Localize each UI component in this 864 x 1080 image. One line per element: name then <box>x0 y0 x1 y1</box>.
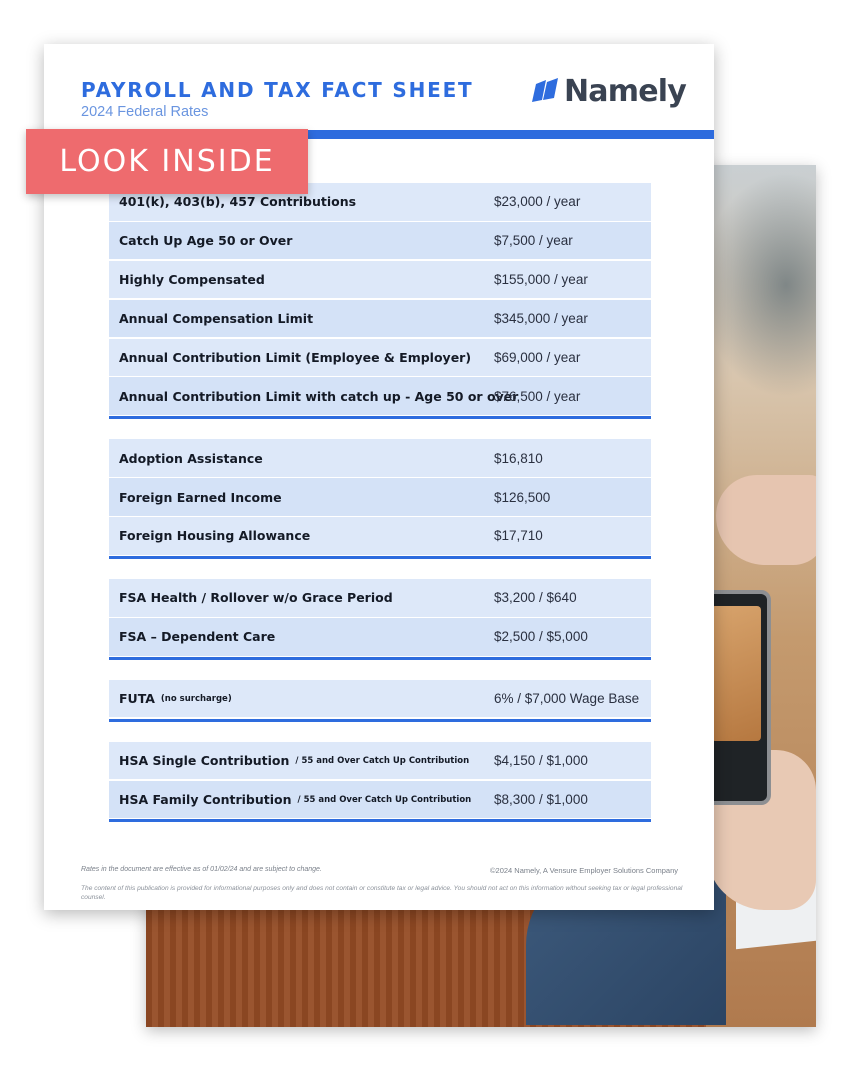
table-row: Highly Compensated $155,000 / year <box>109 260 651 300</box>
look-inside-badge[interactable]: LOOK INSIDE <box>26 129 308 194</box>
row-label-text: HSA Single Contribution <box>119 752 290 768</box>
table-row: Foreign Housing Allowance $17,710 <box>109 517 651 556</box>
row-value: $126,500 <box>494 489 551 505</box>
row-label-text: FSA – Dependent Care <box>119 629 276 645</box>
table-row: HSA Family Contribution / 55 and Over Cat… <box>109 780 651 820</box>
row-note: (no surcharge) <box>160 694 232 705</box>
row-note: / 55 and Over Catch Up Contribution <box>297 794 472 805</box>
row-label-text: Annual Contribution Limit with catch up … <box>119 388 519 404</box>
row-label: Foreign Housing Allowance <box>119 528 310 543</box>
row-label: FSA – Dependent Care <box>119 629 275 644</box>
table-row: FSA – Dependent Care $2,500 / $5,000 <box>109 617 651 657</box>
row-value: $17,710 <box>494 528 543 544</box>
row-label-text: Adoption Assistance <box>119 450 263 466</box>
namely-logo: Namely <box>532 71 687 111</box>
table-row: Annual Contribution Limit with catch up … <box>109 377 651 417</box>
row-value: $76,500 / year <box>494 388 581 404</box>
row-value: $155,000 / year <box>494 272 588 288</box>
row-label: HSA Family Contribution / 55 and Over Cat… <box>119 792 471 807</box>
photo-hand <box>716 475 816 565</box>
table-row: FUTA (no surcharge) 6% / $7,000 Wage Base <box>109 679 651 719</box>
row-label-text: Annual Contribution Limit (Employee & Em… <box>119 349 472 365</box>
table-row: Adoption Assistance $16,810 <box>109 439 651 478</box>
table-row: HSA Single Contribution / 55 and Over Cat… <box>109 741 651 781</box>
row-value: $16,810 <box>494 450 543 466</box>
row-value: $2,500 / $5,000 <box>494 629 588 645</box>
row-value: $4,150 / $1,000 <box>494 752 588 768</box>
row-label-text: FUTA <box>119 691 155 707</box>
row-label-text: Foreign Housing Allowance <box>119 528 311 544</box>
effective-date-note: Rates in the document are effective as o… <box>81 866 322 873</box>
legal-disclaimer: The content of this publication is provi… <box>81 885 683 901</box>
row-label-text: HSA Family Contribution <box>119 791 292 807</box>
row-label: 401(k), 403(b), 457 Contributions <box>119 194 356 209</box>
row-note: / 55 and Over Catch Up Contribution <box>295 755 470 766</box>
row-label-text: Annual Compensation Limit <box>119 310 314 326</box>
row-value: $7,500 / year <box>494 233 573 249</box>
row-value: $8,300 / $1,000 <box>494 791 588 807</box>
rates-table: 401(k), 403(b), 457 Contributions $23,000… <box>109 183 651 823</box>
copyright-note: ©2024 Namely, A Vensure Employer Solutio… <box>490 866 678 875</box>
row-label: FUTA (no surcharge) <box>119 691 232 706</box>
namely-logo-text: Namely <box>564 73 687 109</box>
sheet-title: PAYROLL AND TAX FACT SHEET <box>81 78 474 102</box>
row-label-text: FSA Health / Rollover w/o Grace Period <box>119 590 393 606</box>
row-label-text: Highly Compensated <box>119 272 265 288</box>
row-value: $23,000 / year <box>494 194 581 210</box>
row-label: Annual Compensation Limit <box>119 311 313 326</box>
rate-group: FUTA (no surcharge) 6% / $7,000 Wage Base <box>109 679 651 722</box>
table-row: Foreign Earned Income $126,500 <box>109 478 651 517</box>
row-label: HSA Single Contribution / 55 and Over Cat… <box>119 753 469 768</box>
rate-group: Adoption Assistance $16,810 Foreign Earned… <box>109 439 651 560</box>
table-row: FSA Health / Rollover w/o Grace Period $3… <box>109 579 651 618</box>
namely-logo-icon <box>532 78 558 102</box>
row-value: $3,200 / $640 <box>494 590 577 606</box>
row-label: Catch Up Age 50 or Over <box>119 233 292 248</box>
rate-group: HSA Single Contribution / 55 and Over Cat… <box>109 741 651 823</box>
table-row: Annual Compensation Limit $345,000 / year <box>109 299 651 339</box>
photo-phone-screen <box>711 606 761 741</box>
row-label-text: Catch Up Age 50 or Over <box>119 233 293 249</box>
row-label-text: 401(k), 403(b), 457 Contributions <box>119 194 357 210</box>
table-row: Catch Up Age 50 or Over $7,500 / year <box>109 221 651 261</box>
rate-group: 401(k), 403(b), 457 Contributions $23,000… <box>109 183 651 420</box>
row-label: Adoption Assistance <box>119 451 263 466</box>
sheet-subtitle: 2024 Federal Rates <box>81 104 209 120</box>
look-inside-label: LOOK INSIDE <box>59 144 275 179</box>
table-row: Annual Contribution Limit (Employee & Em… <box>109 338 651 378</box>
row-label: Foreign Earned Income <box>119 490 282 505</box>
row-label-text: Foreign Earned Income <box>119 489 282 505</box>
row-value: $69,000 / year <box>494 349 581 365</box>
row-label: Annual Contribution Limit (Employee & Em… <box>119 350 471 365</box>
row-value: 6% / $7,000 Wage Base <box>494 691 640 707</box>
row-label: Highly Compensated <box>119 272 265 287</box>
rate-group: FSA Health / Rollover w/o Grace Period $3… <box>109 579 651 660</box>
row-label: Annual Contribution Limit with catch up … <box>119 389 518 404</box>
row-value: $345,000 / year <box>494 310 588 326</box>
row-label: FSA Health / Rollover w/o Grace Period <box>119 590 393 605</box>
